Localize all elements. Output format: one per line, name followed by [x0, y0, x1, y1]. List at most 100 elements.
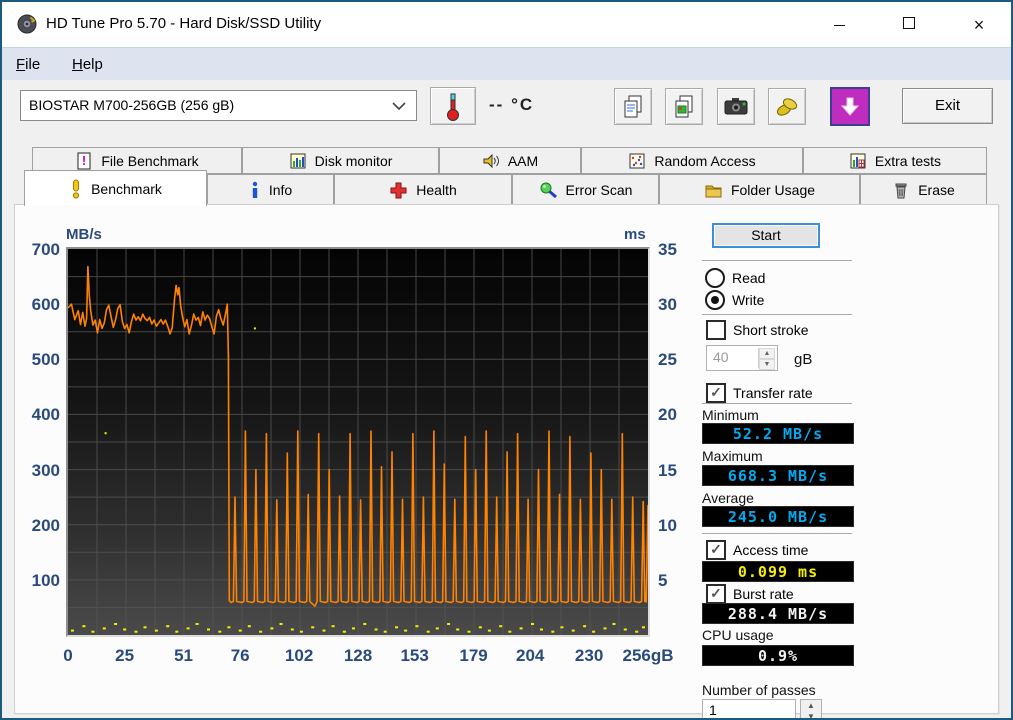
access-time-value: 0.099 ms: [702, 561, 854, 582]
drive-select[interactable]: BIOSTAR M700-256GB (256 gB): [20, 90, 417, 121]
tab-label: Benchmark: [91, 180, 162, 197]
tab-health[interactable]: Health: [334, 174, 512, 205]
menu-help[interactable]: Help: [66, 54, 109, 75]
transfer-rate-checkbox[interactable]: ✓ Transfer rate: [706, 383, 813, 403]
minimum-value: 52.2 MB/s: [702, 423, 854, 444]
tab-error-scan[interactable]: Error Scan: [512, 174, 659, 205]
cpu-usage-label: CPU usage: [702, 627, 774, 643]
burst-rate-label: Burst rate: [733, 586, 794, 602]
minimum-label: Minimum: [702, 407, 759, 423]
divider: [702, 260, 852, 261]
access-time-checkbox[interactable]: ✓ Access time: [706, 540, 808, 560]
checkbox-icon: ✓: [706, 584, 726, 604]
tick-label: 400: [31, 405, 60, 425]
maximum-value: 668.3 MB/s: [702, 465, 854, 486]
checkbox-icon: ✓: [706, 540, 726, 560]
camera-icon: [724, 97, 748, 114]
short-stroke-size-spinner[interactable]: 40 ▲ ▼: [706, 345, 778, 371]
divider: [702, 403, 852, 404]
exit-button[interactable]: Exit: [902, 88, 993, 124]
tab-label: Random Access: [654, 152, 756, 169]
menu-bar: File Help: [2, 47, 1011, 80]
tick-label: 500: [31, 350, 60, 370]
passes-spinner-arrows[interactable]: ▲ ▼: [800, 699, 822, 718]
start-button[interactable]: Start: [712, 223, 820, 248]
read-radio[interactable]: Read: [705, 268, 765, 288]
tick-label: 25: [658, 350, 677, 370]
folder-icon: [705, 185, 722, 197]
speaker-icon: [483, 153, 499, 168]
maximum-label: Maximum: [702, 448, 763, 464]
screenshot-button[interactable]: [717, 88, 755, 125]
disk-monitor-icon: [290, 153, 306, 168]
write-radio[interactable]: Write: [705, 290, 764, 310]
spinner-up-icon[interactable]: ▲: [759, 348, 775, 359]
window-title: HD Tune Pro 5.70 - Hard Disk/SSD Utility: [46, 15, 322, 32]
write-radio-label: Write: [732, 292, 765, 308]
tab-label: Error Scan: [565, 182, 633, 198]
title-bar: HD Tune Pro 5.70 - Hard Disk/SSD Utility…: [2, 2, 1011, 47]
extra-tests-icon: [850, 153, 866, 168]
tab-label: Folder Usage: [730, 182, 816, 198]
spinner-down-icon[interactable]: ▼: [759, 359, 775, 370]
tick-label: 25: [115, 646, 135, 665]
chart-canvas: [67, 249, 649, 635]
tab-aam[interactable]: AAM: [439, 147, 581, 174]
tab-label: Health: [416, 182, 457, 198]
tick-label: 15: [658, 460, 677, 480]
short-stroke-checkbox[interactable]: Short stroke: [706, 320, 808, 340]
tab-label: Erase: [918, 182, 955, 198]
tick-label: 10: [658, 515, 677, 535]
tab-benchmark[interactable]: Benchmark: [24, 170, 207, 206]
benchmark-chart: [66, 247, 650, 637]
tab-label: File Benchmark: [101, 152, 199, 169]
tick-label: 100: [31, 570, 60, 590]
passes-value: 1: [709, 702, 717, 718]
passes-spinner[interactable]: 1: [702, 699, 796, 718]
tick-label: 300: [31, 460, 60, 480]
tick-label: 200: [31, 515, 60, 535]
copy-image-icon: [675, 95, 693, 117]
magnifier-icon: [540, 182, 557, 198]
menu-file[interactable]: File: [10, 54, 46, 75]
hdtune-window: HD Tune Pro 5.70 - Hard Disk/SSD Utility…: [0, 0, 1013, 720]
burst-rate-checkbox[interactable]: ✓ Burst rate: [706, 584, 794, 604]
close-button[interactable]: ×: [964, 12, 994, 38]
tab-extra-tests[interactable]: Extra tests: [803, 147, 987, 174]
tab-info[interactable]: Info: [207, 174, 334, 205]
tab-folder-usage[interactable]: Folder Usage: [659, 174, 860, 205]
tab-random-access[interactable]: Random Access: [581, 147, 803, 174]
maximize-button[interactable]: [894, 12, 924, 38]
save-results-button[interactable]: [830, 87, 870, 126]
tab-erase[interactable]: Erase: [860, 174, 987, 205]
left-axis-unit: MB/s: [66, 226, 102, 243]
temperature-readout: -- °C: [489, 95, 535, 114]
random-access-icon: [629, 153, 645, 168]
chevron-down-icon: [392, 102, 406, 111]
checkbox-icon: ✓: [706, 383, 726, 403]
copy-text-button[interactable]: [614, 88, 652, 125]
temperature-button[interactable]: [430, 87, 476, 125]
copy-image-button[interactable]: [665, 88, 703, 125]
hands-button[interactable]: [768, 88, 806, 125]
tick-label: 20: [658, 405, 677, 425]
transfer-rate-label: Transfer rate: [733, 385, 813, 401]
passes-label: Number of passes: [702, 682, 816, 698]
tick-label: 30: [658, 295, 677, 315]
tick-label: 5: [658, 570, 668, 590]
tick-label: 153: [400, 646, 429, 665]
tab-disk-monitor[interactable]: Disk monitor: [242, 147, 439, 174]
radio-circle-icon: [705, 268, 725, 288]
download-arrow-icon: [840, 97, 860, 116]
tab-label: Disk monitor: [314, 152, 393, 169]
access-time-label: Access time: [733, 542, 809, 558]
read-radio-label: Read: [732, 270, 766, 286]
minimize-button[interactable]: [824, 12, 854, 38]
copy-text-icon: [624, 95, 642, 117]
tick-label: 76: [230, 646, 250, 665]
short-stroke-label: Short stroke: [733, 322, 809, 338]
spinner-arrows[interactable]: ▲ ▼: [758, 348, 775, 370]
tick-label: 179: [459, 646, 488, 665]
tick-label: 230: [574, 646, 604, 665]
tick-label: 51: [174, 646, 193, 665]
